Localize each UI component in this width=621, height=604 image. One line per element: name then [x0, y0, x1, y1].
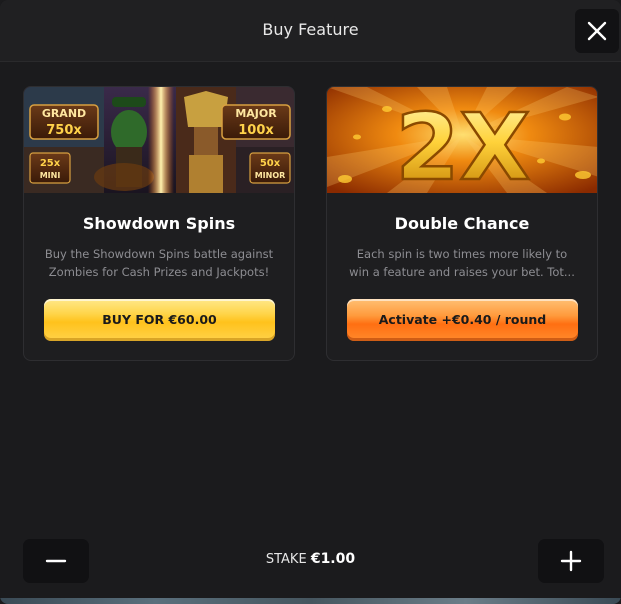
- feature-card-showdown-spins: GRAND 750x MAJOR 100x 25x MINI 50x MINOR…: [23, 86, 295, 361]
- card-description-line: Each spin is two times more likely to: [356, 247, 568, 261]
- card-description-line: Buy the Showdown Spins battle against: [44, 247, 274, 261]
- background-game-edge: [0, 598, 621, 604]
- close-icon: [587, 21, 607, 41]
- modal-title: Buy Feature: [262, 20, 359, 39]
- double-chance-multiplier-text: 2X: [396, 94, 531, 193]
- modal-header: Buy Feature: [0, 0, 621, 62]
- card-description: Each spin is two times more likely to wi…: [341, 245, 583, 281]
- showdown-spins-banner-image: GRAND 750x MAJOR 100x 25x MINI 50x MINOR: [24, 87, 294, 193]
- jackpot-minor-value: 50x: [260, 158, 281, 169]
- card-title: Showdown Spins: [82, 214, 236, 233]
- jackpot-mini-label: MINI: [40, 171, 61, 180]
- buy-feature-modal: Buy Feature GRAND 750x MAJOR 100x 25x MI…: [0, 0, 621, 604]
- stake-display: STAKE €1.00: [0, 551, 621, 567]
- activate-double-chance-button[interactable]: Activate +€0.40 / round: [347, 299, 578, 341]
- card-description-line: win a feature and raises your bet. Tot..…: [349, 265, 575, 279]
- jackpot-grand-value: 750x: [46, 123, 82, 138]
- stake-value: €1.00: [310, 551, 356, 567]
- jackpot-major-value: 100x: [238, 123, 274, 138]
- double-chance-banner-image: 2X: [327, 87, 597, 193]
- stake-label: STAKE: [265, 552, 307, 567]
- buy-showdown-spins-button[interactable]: BUY FOR €60.00: [44, 299, 275, 341]
- jackpot-grand-label: GRAND: [42, 107, 86, 120]
- jackpot-mini-value: 25x: [40, 158, 61, 169]
- feature-card-double-chance: 2X Double Chance Each spin is two times …: [326, 86, 598, 361]
- card-description-line: Zombies for Cash Prizes and Jackpots!: [48, 265, 270, 279]
- jackpot-minor-label: MINOR: [255, 171, 286, 180]
- card-title: Double Chance: [394, 214, 530, 233]
- close-button[interactable]: [575, 9, 619, 53]
- plus-icon: [560, 550, 582, 572]
- card-description: Buy the Showdown Spins battle against Zo…: [38, 245, 280, 281]
- jackpot-major-label: MAJOR: [235, 107, 277, 120]
- increase-stake-button[interactable]: [538, 539, 604, 583]
